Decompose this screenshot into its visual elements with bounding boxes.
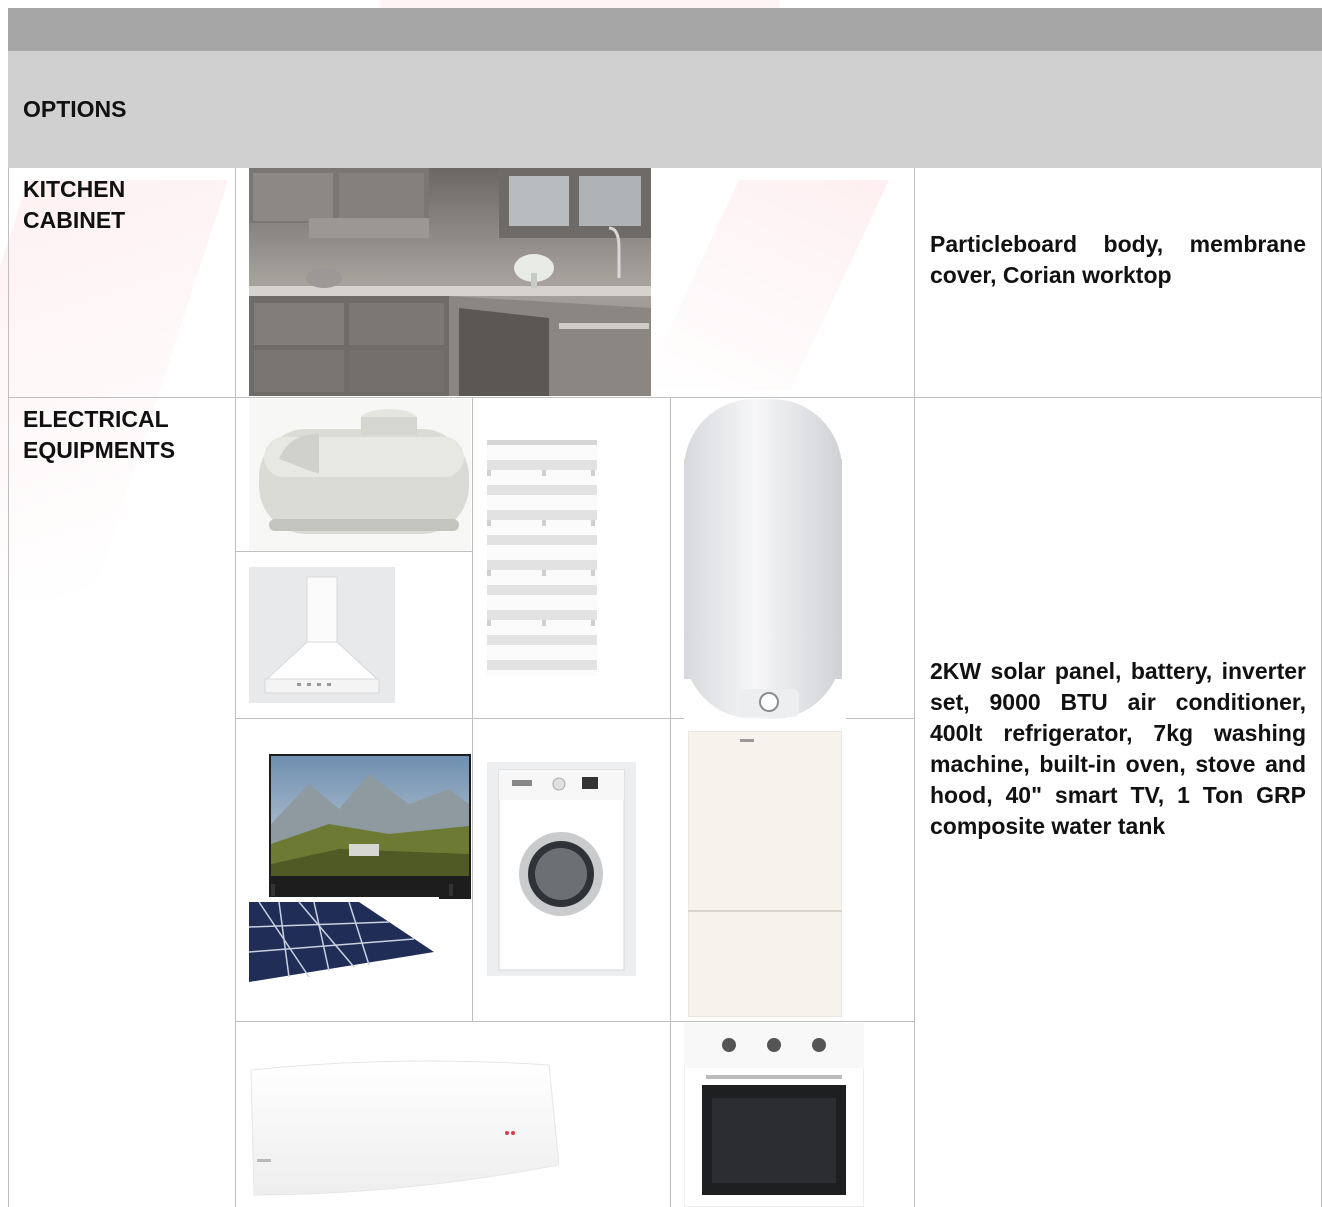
water-tank-photo xyxy=(249,399,471,550)
row-label-line: ELECTRICAL xyxy=(23,406,169,432)
options-title: OPTIONS xyxy=(23,96,127,122)
options-header: OPTIONS xyxy=(8,51,1322,168)
watermark-shape xyxy=(641,180,889,390)
row-label-electrical: ELECTRICAL EQUIPMENTS xyxy=(23,404,175,466)
kitchen-cabinet-photo xyxy=(249,168,651,396)
zebra-blind-photo xyxy=(487,440,597,676)
row-label-line: CABINET xyxy=(23,207,126,233)
grid-line xyxy=(472,398,473,1022)
washing-machine-photo xyxy=(487,762,636,976)
table-top-bar xyxy=(8,8,1322,51)
watermark-shape xyxy=(0,180,229,600)
solar-panel-photo xyxy=(249,897,439,987)
row-label-line: EQUIPMENTS xyxy=(23,437,176,463)
row-label-kitchen: KITCHEN CABINET xyxy=(23,174,125,236)
water-heater-photo xyxy=(684,399,846,719)
grid-line xyxy=(914,168,915,1207)
air-conditioner-photo xyxy=(249,1055,559,1200)
grid-line xyxy=(235,168,236,1207)
grid-line xyxy=(236,551,472,552)
smart-tv-photo xyxy=(249,754,471,899)
cooker-hood-photo xyxy=(249,567,395,703)
grid-line xyxy=(8,397,1322,398)
row-description-electrical: 2KW solar panel, battery, inverter set, … xyxy=(930,658,1306,839)
row-description-kitchen: Particleboard body, membrane cover, Cori… xyxy=(930,231,1306,288)
row-label-line: KITCHEN xyxy=(23,176,126,202)
grid-line xyxy=(670,398,671,1207)
grid-line xyxy=(8,168,9,1207)
grid-line xyxy=(236,1021,914,1022)
refrigerator-photo xyxy=(688,731,842,1017)
built-in-oven-photo xyxy=(684,1023,864,1207)
